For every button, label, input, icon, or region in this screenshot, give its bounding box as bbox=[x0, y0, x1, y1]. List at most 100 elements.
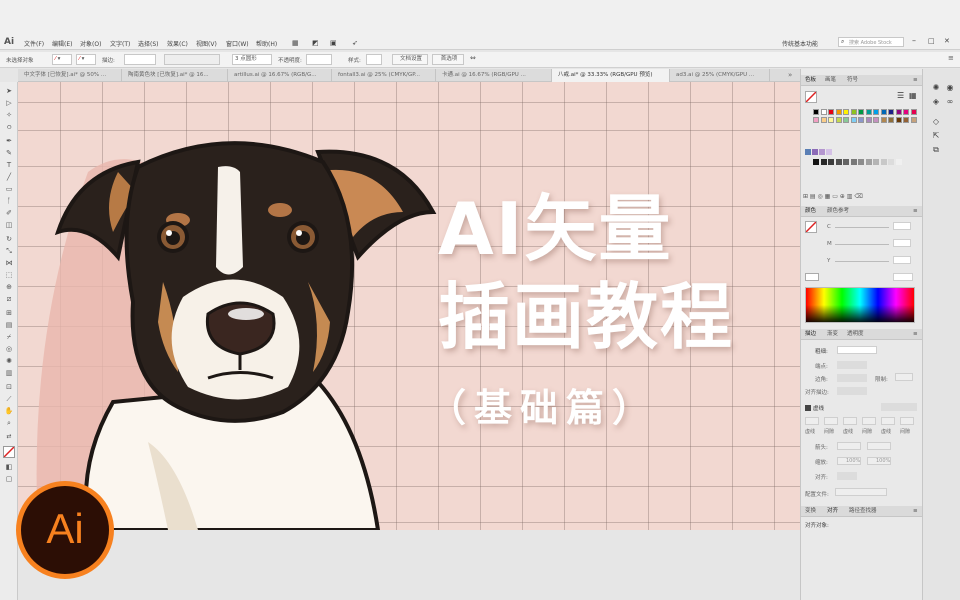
panel-menu-icon[interactable]: ≡ bbox=[913, 206, 918, 217]
fill-stroke-indicator[interactable] bbox=[3, 446, 15, 458]
thumbnail-view-icon[interactable]: ▦ bbox=[909, 91, 917, 100]
magic-wand-tool-icon[interactable]: ✧ bbox=[4, 110, 14, 120]
stroke-swatch[interactable]: ⁄ ▾ bbox=[76, 54, 96, 65]
gpu-icon[interactable]: ➶ bbox=[352, 39, 358, 47]
arrange-icon[interactable]: ▣ bbox=[330, 39, 337, 47]
swatch[interactable] bbox=[903, 116, 909, 123]
symbol-sprayer-tool-icon[interactable]: ✺ bbox=[4, 356, 14, 366]
pasteboard[interactable] bbox=[18, 530, 800, 600]
rotate-tool-icon[interactable]: ↻ bbox=[4, 234, 14, 244]
gray-swatch[interactable] bbox=[820, 159, 827, 165]
gray-swatch[interactable] bbox=[858, 159, 864, 165]
swatch[interactable] bbox=[865, 109, 872, 115]
eraser-tool-icon[interactable]: ◫ bbox=[4, 220, 14, 230]
panel-menu-icon[interactable]: ≡ bbox=[913, 506, 918, 517]
graphic-styles-icon[interactable]: ◈ bbox=[931, 97, 941, 107]
export-icon[interactable]: ⇱ bbox=[931, 131, 941, 141]
gray-swatch[interactable] bbox=[850, 159, 857, 165]
swatch[interactable] bbox=[910, 109, 917, 115]
dash-align-buttons[interactable] bbox=[881, 403, 917, 411]
tab-document[interactable]: fontall3.ai @ 25% (CMYK/GP... bbox=[332, 69, 436, 82]
scale-start-field[interactable]: 100% bbox=[837, 457, 861, 465]
menu-view[interactable]: 视图(V) bbox=[196, 39, 217, 48]
default-colors-icon[interactable]: ⇄ bbox=[4, 432, 14, 442]
swatch[interactable] bbox=[903, 109, 909, 115]
tab-document[interactable]: 中文字体 [已恢复].ai* @ 50% ... bbox=[18, 69, 122, 82]
corner-buttons[interactable] bbox=[837, 374, 867, 382]
tab-transform[interactable]: 变换 bbox=[805, 506, 816, 517]
swatch[interactable] bbox=[850, 109, 857, 115]
cyan-field[interactable] bbox=[893, 222, 911, 230]
screen-mode-icon[interactable]: ▢ bbox=[4, 474, 14, 484]
tab-align[interactable]: 对齐 bbox=[827, 506, 838, 517]
tab-document-active[interactable]: 八戒.ai* @ 33.33% (RGB/GPU 预览) bbox=[552, 69, 670, 82]
limit-field[interactable] bbox=[895, 373, 913, 381]
arrow-align-buttons[interactable] bbox=[837, 472, 857, 480]
tab-document[interactable]: artillus.ai @ 16.67% (RGB/G... bbox=[228, 69, 332, 82]
tab-brushes[interactable]: 画笔 bbox=[825, 75, 836, 86]
swatch[interactable] bbox=[850, 116, 857, 123]
align-stroke-buttons[interactable] bbox=[837, 387, 867, 395]
swatch[interactable] bbox=[843, 116, 849, 123]
gray-swatch[interactable] bbox=[888, 159, 894, 165]
zoom-tool-icon[interactable]: ⌕ bbox=[4, 418, 14, 428]
menu-select[interactable]: 选择(S) bbox=[138, 39, 159, 48]
paintbrush-tool-icon[interactable]: ᚪ bbox=[4, 196, 14, 206]
swatch[interactable] bbox=[895, 116, 902, 123]
arrow-start[interactable] bbox=[837, 442, 861, 450]
gray-swatch[interactable] bbox=[865, 159, 872, 165]
swatch-group[interactable] bbox=[805, 149, 915, 157]
gray-swatch[interactable] bbox=[895, 159, 902, 165]
swatch[interactable] bbox=[858, 116, 864, 123]
tab-document[interactable]: 陶南黄色块 [已恢复].ai* @ 16... bbox=[122, 69, 228, 82]
artboards-icon[interactable]: ⧉ bbox=[931, 145, 941, 155]
swatch[interactable] bbox=[835, 109, 842, 115]
maximize-icon[interactable]: □ bbox=[928, 37, 935, 45]
swatch[interactable] bbox=[865, 116, 872, 123]
symbols-icon[interactable]: ◉ bbox=[945, 83, 955, 93]
pen-tool-icon[interactable]: ✒ bbox=[4, 136, 14, 146]
grayscale-swatches[interactable] bbox=[805, 159, 915, 167]
profile-dropdown[interactable] bbox=[835, 488, 887, 496]
swatch[interactable] bbox=[888, 109, 894, 115]
menu-edit[interactable]: 编辑(E) bbox=[52, 39, 72, 48]
gray-swatch[interactable] bbox=[880, 159, 887, 165]
tab-color-guide[interactable]: 颜色参考 bbox=[827, 206, 849, 217]
tab-pathfinder[interactable]: 路径查找器 bbox=[849, 506, 877, 517]
column-graph-tool-icon[interactable]: ▥ bbox=[4, 368, 14, 378]
tab-swatches[interactable]: 色板 bbox=[805, 75, 816, 86]
color-none-white-black[interactable] bbox=[805, 273, 819, 281]
stock-icon[interactable]: ◩ bbox=[312, 39, 319, 47]
tab-transparency[interactable]: 透明度 bbox=[847, 329, 864, 340]
minimize-icon[interactable]: – bbox=[912, 36, 916, 45]
slice-tool-icon[interactable]: ⟋ bbox=[4, 394, 14, 404]
dash-checkbox[interactable] bbox=[805, 405, 811, 411]
gray-swatch[interactable] bbox=[835, 159, 842, 165]
selection-tool-icon[interactable]: ➤ bbox=[4, 86, 14, 96]
blend-tool-icon[interactable]: ◎ bbox=[4, 344, 14, 354]
gradient-tool-icon[interactable]: ▤ bbox=[4, 320, 14, 330]
line-tool-icon[interactable]: ╱ bbox=[4, 172, 14, 182]
style-picker[interactable] bbox=[366, 54, 382, 65]
hex-field[interactable] bbox=[893, 273, 913, 281]
swatch[interactable] bbox=[813, 116, 819, 123]
type-tool-icon[interactable]: T bbox=[4, 160, 14, 170]
cap-buttons[interactable] bbox=[837, 361, 867, 369]
swatch[interactable] bbox=[895, 109, 902, 115]
brush-definition[interactable]: 3 点圆形 bbox=[232, 54, 272, 65]
arrange-documents-icon[interactable]: ⇔ bbox=[470, 54, 476, 62]
direct-selection-tool-icon[interactable]: ▷ bbox=[4, 98, 14, 108]
tab-gradient[interactable]: 渐变 bbox=[827, 329, 838, 340]
curvature-tool-icon[interactable]: ✎ bbox=[4, 148, 14, 158]
swatch[interactable] bbox=[828, 109, 834, 115]
swatch[interactable] bbox=[873, 109, 879, 115]
width-tool-icon[interactable]: ⋈ bbox=[4, 258, 14, 268]
variable-width-profile[interactable] bbox=[164, 54, 220, 65]
arrow-end[interactable] bbox=[867, 442, 891, 450]
rectangle-tool-icon[interactable]: ▭ bbox=[4, 184, 14, 194]
fill-swatch[interactable]: ⁄ ▾ bbox=[52, 54, 72, 65]
magenta-field[interactable] bbox=[893, 239, 911, 247]
bridge-icon[interactable]: ▦ bbox=[292, 39, 299, 47]
menu-object[interactable]: 对象(O) bbox=[80, 39, 101, 48]
swatch[interactable] bbox=[873, 116, 879, 123]
